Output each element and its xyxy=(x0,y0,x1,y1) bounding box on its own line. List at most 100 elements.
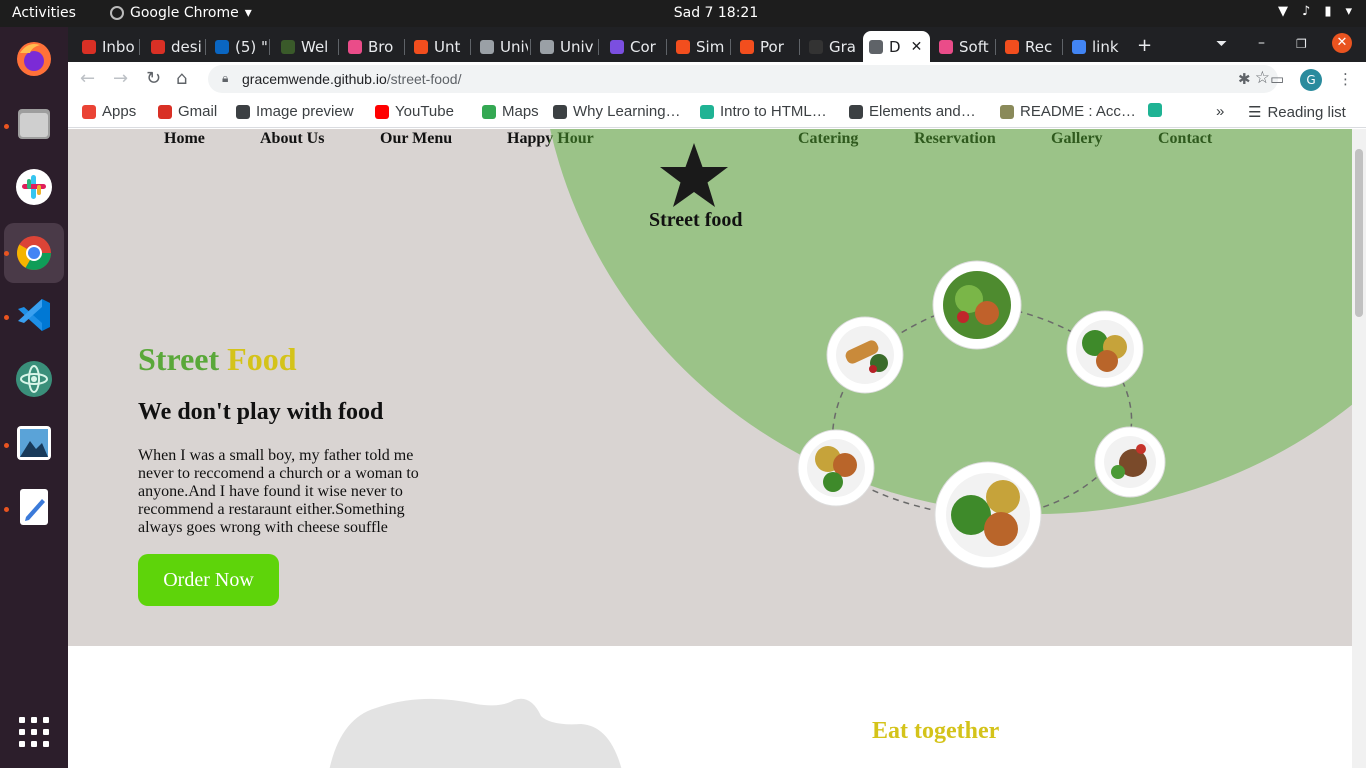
tab-separator xyxy=(799,39,800,55)
vscode-icon[interactable] xyxy=(10,291,58,339)
browser-tab[interactable]: Bro xyxy=(342,31,402,62)
reload-icon[interactable]: ↻ xyxy=(146,68,161,89)
hero-subtitle: We don't play with food xyxy=(138,399,384,425)
image-viewer-icon[interactable] xyxy=(10,419,58,467)
nav-catering[interactable]: Catering xyxy=(798,130,858,148)
forward-icon[interactable]: → xyxy=(113,68,128,89)
page-scrollbar[interactable] xyxy=(1352,129,1366,768)
scrollbar-thumb[interactable] xyxy=(1355,149,1363,317)
browser-tab[interactable]: Inbo xyxy=(76,31,137,62)
home-icon[interactable]: ⌂ xyxy=(176,68,187,89)
tab-favicon-icon xyxy=(414,39,428,54)
bookmark-item[interactable]: Image preview xyxy=(236,103,354,120)
nav-home[interactable]: Home xyxy=(164,130,205,148)
clock[interactable]: Sad 7 18:21 xyxy=(0,5,1366,21)
bookmark-star-icon[interactable]: ☆ xyxy=(1255,68,1270,88)
bookmark-label: Intro to HTML… xyxy=(720,103,827,120)
tab-favicon-icon xyxy=(676,39,690,54)
browser-tab[interactable]: Soft xyxy=(933,31,993,62)
lock-icon: 🔒︎ xyxy=(222,71,229,85)
bookmark-label: Why Learning… xyxy=(573,103,681,120)
tab-separator xyxy=(995,39,996,55)
profile-avatar[interactable]: G xyxy=(1300,69,1322,91)
bookmark-item[interactable]: Elements and… xyxy=(849,103,976,120)
bookmark-label: Elements and… xyxy=(869,103,976,120)
tab-favicon-icon xyxy=(215,39,229,54)
new-tab-plus-icon[interactable]: + xyxy=(1137,35,1152,56)
tab-label: Unt xyxy=(434,37,461,56)
browser-tab[interactable]: Wel xyxy=(275,31,336,62)
star-logo-icon[interactable] xyxy=(658,141,730,211)
bookmark-item[interactable]: Why Learning… xyxy=(553,103,681,120)
chrome-dock-icon[interactable] xyxy=(4,223,64,283)
extensions-icon[interactable]: ✱ xyxy=(1238,70,1251,88)
browser-tab[interactable]: Gra xyxy=(803,31,857,62)
tab-label: Wel xyxy=(301,37,329,56)
bookmark-extension-icon[interactable] xyxy=(1148,103,1162,117)
browser-tab[interactable]: (5) " xyxy=(209,31,267,62)
browser-tab[interactable]: Rec xyxy=(999,31,1060,62)
firefox-icon[interactable] xyxy=(10,35,58,83)
bookmark-item[interactable]: Maps xyxy=(482,103,539,120)
tab-favicon-icon xyxy=(1005,39,1019,54)
browser-tab[interactable]: link xyxy=(1066,31,1130,62)
browser-tab[interactable]: desi xyxy=(145,31,203,62)
tab-strip: Inbo desi (5) " Wel Bro Unt Univ Univ Cor Sim Por G… xyxy=(68,27,1366,62)
nav-about[interactable]: About Us xyxy=(260,130,324,148)
maximize-icon[interactable]: ❐ xyxy=(1296,37,1307,51)
browser-tab[interactable]: Univ xyxy=(474,31,528,62)
food-plate xyxy=(1094,426,1166,498)
address-bar[interactable]: 🔒︎ gracemwende.github.io/street-food/ ☆ xyxy=(208,65,1278,93)
bookmark-item[interactable]: Gmail xyxy=(158,103,217,120)
text-editor-icon[interactable] xyxy=(10,483,58,531)
eat-together-section: Eat together xyxy=(68,646,1352,768)
browser-tab[interactable]: Unt xyxy=(408,31,468,62)
page-content: Home About Us Our Menu Happy Hour Cateri… xyxy=(68,129,1352,768)
bookmark-item[interactable]: Apps xyxy=(82,103,136,120)
tab-label: Por xyxy=(760,37,784,56)
running-indicator xyxy=(4,507,9,512)
hero-title-word-2: Food xyxy=(227,341,297,377)
tab-search-icon[interactable]: ⏷ xyxy=(1216,36,1227,52)
files-icon[interactable] xyxy=(10,99,58,147)
browser-tab[interactable]: Univ xyxy=(534,31,596,62)
bookmarks-bar: Apps Gmail Image preview YouTube Maps Why Lea… xyxy=(68,96,1366,128)
order-now-button[interactable]: Order Now xyxy=(138,554,279,606)
nav-gallery[interactable]: Gallery xyxy=(1051,130,1103,148)
running-indicator xyxy=(4,251,9,256)
tab-label: Cor xyxy=(630,37,656,56)
tab-label: Gra xyxy=(829,37,856,56)
browser-tab[interactable]: Por xyxy=(734,31,797,62)
reading-list-button[interactable]: ☰ Reading list xyxy=(1248,103,1346,122)
bookmark-item[interactable]: README : Acc… xyxy=(1000,103,1136,120)
bookmark-item[interactable]: YouTube xyxy=(375,103,454,120)
close-tab-icon[interactable]: ✕ xyxy=(911,39,923,55)
bookmark-item[interactable]: Intro to HTML… xyxy=(700,103,827,120)
browser-tab[interactable]: Sim xyxy=(670,31,728,62)
slack-icon[interactable] xyxy=(10,163,58,211)
nav-happy-hour[interactable]: Happy Hour xyxy=(507,130,594,148)
show-applications-icon[interactable] xyxy=(19,717,49,747)
system-tray[interactable]: ▼ ♪ ▮ ▾ xyxy=(1278,4,1352,19)
more-bookmarks-icon[interactable]: » xyxy=(1216,103,1224,120)
browser-tab[interactable]: D ✕ xyxy=(863,31,930,62)
atom-icon[interactable] xyxy=(10,355,58,403)
browser-toolbar: ← → ↻ ⌂ 🔒︎ gracemwende.github.io/street-… xyxy=(68,62,1366,96)
browser-tab[interactable]: Cor xyxy=(604,31,664,62)
nav-menu[interactable]: Our Menu xyxy=(380,130,452,148)
close-window-icon[interactable]: ✕ xyxy=(1332,33,1352,53)
tab-favicon-icon xyxy=(869,39,883,54)
cast-icon[interactable]: ▭ xyxy=(1270,70,1284,88)
nav-reservation[interactable]: Reservation xyxy=(914,130,996,148)
chevron-down-icon: ▾ xyxy=(1345,4,1352,19)
tab-favicon-icon xyxy=(480,39,494,54)
bookmark-icon xyxy=(482,104,496,119)
more-menu-icon[interactable]: ⋮ xyxy=(1338,70,1353,88)
food-plate xyxy=(1066,310,1144,388)
tab-label: D xyxy=(889,37,901,56)
minimize-icon[interactable]: – xyxy=(1258,35,1265,51)
tab-favicon-icon xyxy=(939,39,953,54)
back-icon[interactable]: ← xyxy=(80,68,95,89)
url-text[interactable]: gracemwende.github.io/street-food/ xyxy=(242,71,461,87)
nav-contact[interactable]: Contact xyxy=(1158,130,1212,148)
